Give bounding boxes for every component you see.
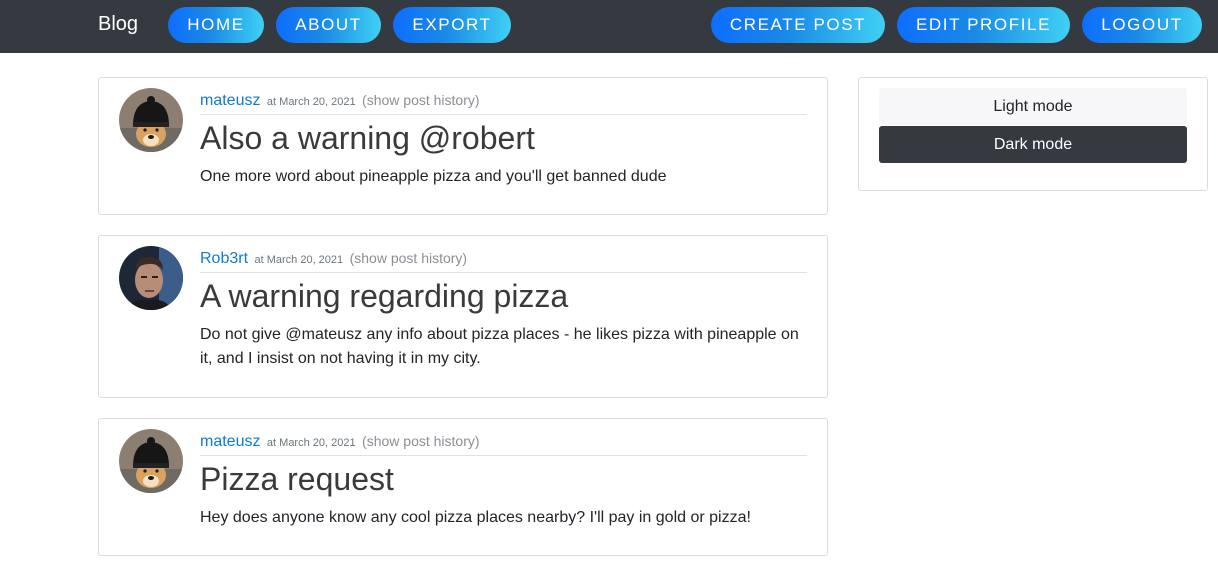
top-navbar: Blog HOME ABOUT EXPORT CREATE POST EDIT … [0, 0, 1218, 53]
edit-profile-button[interactable]: EDIT PROFILE [897, 7, 1070, 43]
post-title: Pizza request [200, 461, 394, 497]
doge-beanie-avatar-icon[interactable] [119, 429, 183, 493]
post-meta: Rob3rt at March 20, 2021 (show post hist… [200, 250, 807, 273]
doge-beanie-avatar-icon[interactable] [119, 88, 183, 152]
man-portrait-avatar-icon[interactable] [119, 246, 183, 310]
post-title: Also a warning @robert [200, 120, 535, 156]
show-post-history-link[interactable]: (show post history) [362, 433, 479, 449]
post-date: at March 20, 2021 [254, 254, 344, 266]
post-date: at March 20, 2021 [266, 96, 356, 108]
post-meta: mateusz at March 20, 2021 (show post his… [200, 433, 807, 456]
post-card: mateusz at March 20, 2021 (show post his… [98, 77, 828, 215]
create-post-button[interactable]: CREATE POST [711, 7, 885, 43]
post-title: A warning regarding pizza [200, 278, 569, 314]
light-mode-button[interactable]: Light mode [879, 88, 1187, 125]
nav-about-button[interactable]: ABOUT [276, 7, 381, 43]
brand-logo[interactable]: Blog [98, 13, 138, 36]
post-author-link[interactable]: mateusz [200, 433, 260, 450]
post-card: mateusz at March 20, 2021 (show post his… [98, 418, 828, 556]
post-date: at March 20, 2021 [266, 437, 356, 449]
post-body: One more word about pineapple pizza and … [200, 168, 667, 185]
nav-export-button[interactable]: EXPORT [393, 7, 511, 43]
post-body: Do not give @mateusz any info about pizz… [200, 326, 799, 367]
post-meta: mateusz at March 20, 2021 (show post his… [200, 92, 807, 115]
post-author-link[interactable]: mateusz [200, 92, 260, 109]
show-post-history-link[interactable]: (show post history) [350, 250, 467, 266]
post-body: Hey does anyone know any cool pizza plac… [200, 509, 751, 526]
post-card: Rob3rt at March 20, 2021 (show post hist… [98, 235, 828, 398]
show-post-history-link[interactable]: (show post history) [362, 92, 479, 108]
post-author-link[interactable]: Rob3rt [200, 250, 248, 267]
logout-button[interactable]: LOGOUT [1082, 7, 1202, 43]
dark-mode-button[interactable]: Dark mode [879, 126, 1187, 163]
theme-panel: Light mode Dark mode [858, 77, 1208, 191]
nav-home-button[interactable]: HOME [168, 7, 264, 43]
